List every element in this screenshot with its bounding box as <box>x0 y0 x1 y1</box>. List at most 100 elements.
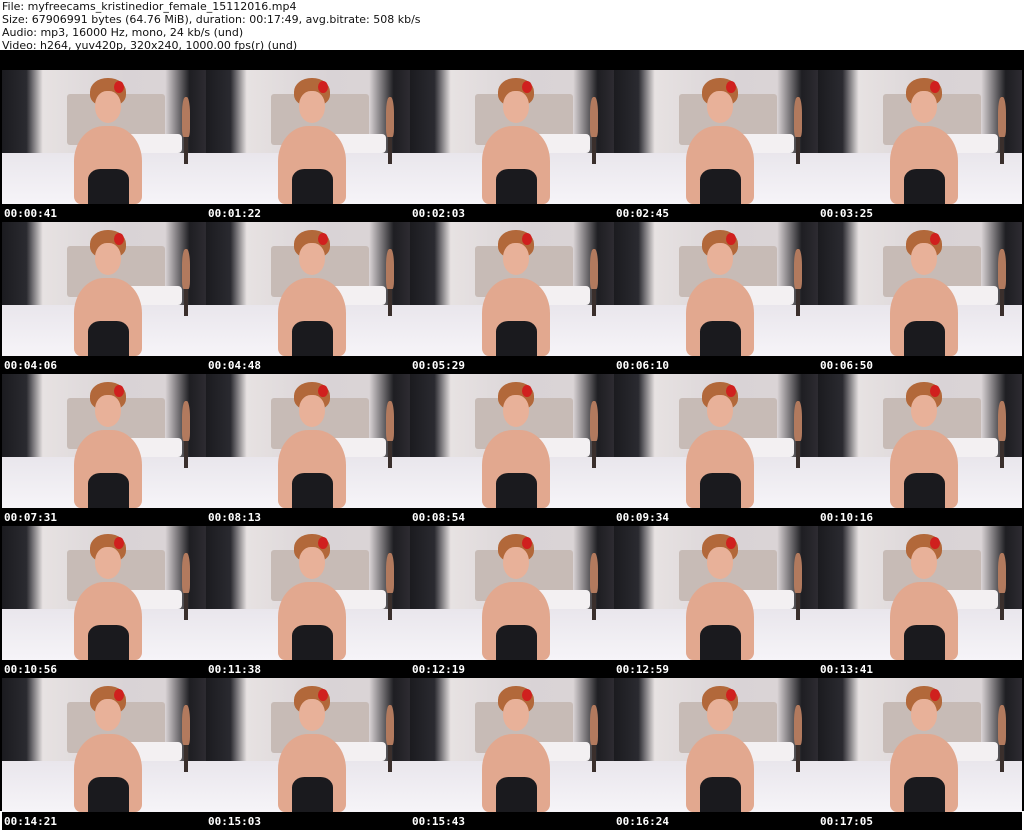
video-frame-thumbnail <box>614 678 818 812</box>
face-shape <box>910 394 938 428</box>
thumbnail-timestamp: 00:09:34 <box>616 511 669 524</box>
file-info-header: File: myfreecams_kristinedior_female_151… <box>2 0 1022 52</box>
vase-shape <box>181 248 190 289</box>
clothing-shape <box>903 776 945 812</box>
vase-shape <box>589 704 598 745</box>
clothing-shape <box>699 168 741 204</box>
vase-shape <box>385 96 394 137</box>
vase-shape <box>181 552 190 593</box>
video-frame-thumbnail <box>206 678 410 812</box>
pillow-shape <box>352 134 386 154</box>
clothing-shape <box>903 624 945 660</box>
thumbnail-cell: 00:11:38 <box>206 526 410 678</box>
thumbnail-timestamp: 00:14:21 <box>4 815 57 828</box>
pillow-shape <box>760 134 794 154</box>
video-frame-thumbnail <box>818 526 1022 660</box>
vase-shape <box>997 552 1006 593</box>
vase-shape <box>997 400 1006 441</box>
clothing-shape <box>903 472 945 508</box>
thumbnail-timestamp: 00:06:10 <box>616 359 669 372</box>
clothing-shape <box>495 168 537 204</box>
thumbnail-timestamp: 00:13:41 <box>820 663 873 676</box>
thumbnail-cell: 00:02:03 <box>410 70 614 222</box>
vase-shape <box>589 248 598 289</box>
video-frame-thumbnail <box>818 222 1022 356</box>
thumbnail-timestamp: 00:02:45 <box>616 207 669 220</box>
clothing-shape <box>495 320 537 356</box>
face-shape <box>502 90 530 124</box>
thumbnail-cell: 00:15:03 <box>206 678 410 830</box>
pillow-shape <box>964 438 998 458</box>
video-frame-thumbnail <box>614 70 818 204</box>
vase-shape <box>793 400 802 441</box>
vase-shape <box>181 400 190 441</box>
thumbnail-cell: 00:04:48 <box>206 222 410 374</box>
person-silhouette <box>71 78 144 204</box>
clothing-shape <box>87 320 129 356</box>
person-silhouette <box>275 534 348 660</box>
pillow-shape <box>760 742 794 762</box>
file-size-line: Size: 67906991 bytes (64.76 MiB), durati… <box>2 13 421 26</box>
person-silhouette <box>683 686 756 812</box>
thumbnail-timestamp: 00:05:29 <box>412 359 465 372</box>
thumbnail-cell: 00:02:45 <box>614 70 818 222</box>
thumbnail-cell: 00:09:34 <box>614 374 818 526</box>
pillow-shape <box>148 286 182 306</box>
thumbnail-cell: 00:13:41 <box>818 526 1022 678</box>
vase-shape <box>385 704 394 745</box>
clothing-shape <box>699 320 741 356</box>
face-shape <box>706 698 734 732</box>
pillow-shape <box>352 438 386 458</box>
clothing-shape <box>291 472 333 508</box>
vase-shape <box>385 248 394 289</box>
clothing-shape <box>87 168 129 204</box>
thumbnail-cell: 00:12:19 <box>410 526 614 678</box>
face-shape <box>706 394 734 428</box>
pillow-shape <box>148 134 182 154</box>
face-shape <box>502 394 530 428</box>
thumbnail-timestamp: 00:12:59 <box>616 663 669 676</box>
video-frame-thumbnail <box>818 70 1022 204</box>
vase-shape <box>385 400 394 441</box>
face-shape <box>502 698 530 732</box>
face-shape <box>94 242 122 276</box>
face-shape <box>298 394 326 428</box>
video-frame-thumbnail <box>206 374 410 508</box>
thumbnail-timestamp: 00:02:03 <box>412 207 465 220</box>
pillow-shape <box>556 286 590 306</box>
thumbnail-cell: 00:07:31 <box>2 374 206 526</box>
pillow-shape <box>964 134 998 154</box>
clothing-shape <box>87 472 129 508</box>
clothing-shape <box>291 624 333 660</box>
thumbnail-timestamp: 00:08:54 <box>412 511 465 524</box>
thumbnail-cell: 00:06:10 <box>614 222 818 374</box>
pillow-shape <box>760 286 794 306</box>
thumbnail-timestamp: 00:17:05 <box>820 815 873 828</box>
thumbnail-cell: 00:12:59 <box>614 526 818 678</box>
clothing-shape <box>903 168 945 204</box>
pillow-shape <box>556 742 590 762</box>
face-shape <box>94 698 122 732</box>
pillow-shape <box>964 590 998 610</box>
thumbnail-cell: 00:10:56 <box>2 526 206 678</box>
person-silhouette <box>479 78 552 204</box>
thumbnail-cell: 00:17:05 <box>818 678 1022 830</box>
person-silhouette <box>275 230 348 356</box>
thumbnail-timestamp: 00:08:13 <box>208 511 261 524</box>
thumbnail-cell: 00:06:50 <box>818 222 1022 374</box>
person-silhouette <box>71 230 144 356</box>
clothing-shape <box>495 624 537 660</box>
thumbnail-timestamp: 00:00:41 <box>4 207 57 220</box>
thumbnail-timestamp: 00:03:25 <box>820 207 873 220</box>
person-silhouette <box>71 382 144 508</box>
person-silhouette <box>887 78 960 204</box>
clothing-shape <box>87 776 129 812</box>
person-silhouette <box>275 686 348 812</box>
vase-shape <box>181 704 190 745</box>
person-silhouette <box>683 382 756 508</box>
video-frame-thumbnail <box>206 70 410 204</box>
vase-shape <box>997 704 1006 745</box>
person-silhouette <box>275 78 348 204</box>
pillow-shape <box>556 134 590 154</box>
vase-shape <box>589 400 598 441</box>
